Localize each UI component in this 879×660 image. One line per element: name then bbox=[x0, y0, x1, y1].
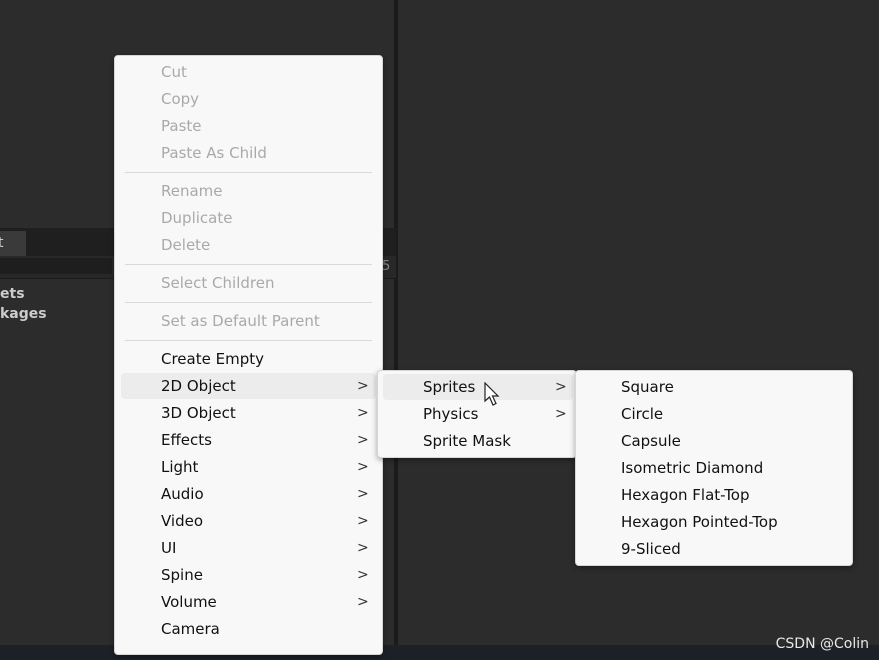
panel-divider[interactable] bbox=[394, 0, 398, 645]
submenu-2d-object: Sprites > Physics > Sprite Mask bbox=[377, 370, 577, 458]
menu-separator bbox=[125, 340, 372, 341]
menu-item-label: Sprites bbox=[423, 378, 476, 396]
menu-item-rename: Rename bbox=[121, 178, 376, 204]
menu-item-sprites[interactable]: Sprites > bbox=[383, 374, 573, 400]
menu-item-9-sliced[interactable]: 9-Sliced bbox=[581, 536, 847, 562]
watermark: CSDN @Colin bbox=[775, 636, 869, 652]
menu-item-label: Physics bbox=[423, 405, 479, 423]
menu-item-set-default-parent: Set as Default Parent bbox=[121, 308, 376, 334]
menu-item-label: Paste As Child bbox=[161, 144, 267, 162]
menu-item-label: Duplicate bbox=[161, 209, 233, 227]
menu-item-label: Create Empty bbox=[161, 350, 264, 368]
menu-item-label: Light bbox=[161, 458, 199, 476]
menu-item-label: Hexagon Flat-Top bbox=[621, 486, 750, 504]
menu-item-hexagon-flat-top[interactable]: Hexagon Flat-Top bbox=[581, 482, 847, 508]
menu-item-delete: Delete bbox=[121, 232, 376, 258]
menu-item-label: Paste bbox=[161, 117, 202, 135]
menu-item-label: Delete bbox=[161, 236, 211, 254]
menu-item-paste: Paste bbox=[121, 113, 376, 139]
chevron-right-icon: > bbox=[357, 486, 369, 502]
chevron-right-icon: > bbox=[357, 378, 369, 394]
menu-item-label: Audio bbox=[161, 485, 204, 503]
menu-item-label: UI bbox=[161, 539, 177, 557]
menu-item-label: Sprite Mask bbox=[423, 432, 511, 450]
menu-item-square[interactable]: Square bbox=[581, 374, 847, 400]
chevron-right-icon: > bbox=[357, 513, 369, 529]
menu-item-isometric-diamond[interactable]: Isometric Diamond bbox=[581, 455, 847, 481]
chevron-right-icon: > bbox=[357, 540, 369, 556]
menu-item-label: Spine bbox=[161, 566, 203, 584]
menu-item-hexagon-pointed-top[interactable]: Hexagon Pointed-Top bbox=[581, 509, 847, 535]
menu-item-camera[interactable]: Camera bbox=[121, 616, 376, 642]
menu-item-ui[interactable]: UI > bbox=[121, 535, 376, 561]
submenu-sprites: Square Circle Capsule Isometric Diamond Hexa… bbox=[575, 370, 853, 566]
menu-item-2d-object[interactable]: 2D Object > bbox=[121, 373, 376, 399]
menu-item-circle[interactable]: Circle bbox=[581, 401, 847, 427]
chevron-right-icon: > bbox=[555, 379, 567, 395]
menu-item-create-empty[interactable]: Create Empty bbox=[121, 346, 376, 372]
menu-item-volume[interactable]: Volume > bbox=[121, 589, 376, 615]
menu-item-label: Video bbox=[161, 512, 204, 530]
menu-separator bbox=[125, 172, 372, 173]
menu-item-label: Square bbox=[621, 378, 674, 396]
menu-item-copy: Copy bbox=[121, 86, 376, 112]
counter: 5 bbox=[382, 259, 391, 274]
mouse-cursor-icon bbox=[484, 382, 500, 406]
menu-item-label: Cut bbox=[161, 63, 187, 81]
menu-item-sprite-mask[interactable]: Sprite Mask bbox=[383, 428, 573, 454]
chevron-right-icon: > bbox=[357, 567, 369, 583]
menu-item-label: Camera bbox=[161, 620, 220, 638]
menu-separator bbox=[125, 302, 372, 303]
menu-item-light[interactable]: Light > bbox=[121, 454, 376, 480]
chevron-right-icon: > bbox=[555, 406, 567, 422]
menu-item-label: Copy bbox=[161, 90, 200, 108]
menu-separator bbox=[125, 264, 372, 265]
menu-item-physics[interactable]: Physics > bbox=[383, 401, 573, 427]
menu-item-paste-as-child: Paste As Child bbox=[121, 140, 376, 166]
menu-item-label: 3D Object bbox=[161, 404, 236, 422]
menu-item-label: 9-Sliced bbox=[621, 540, 681, 558]
menu-item-label: Circle bbox=[621, 405, 664, 423]
menu-item-label: Effects bbox=[161, 431, 212, 449]
menu-item-cut: Cut bbox=[121, 59, 376, 85]
menu-item-label: Set as Default Parent bbox=[161, 312, 320, 330]
menu-item-3d-object[interactable]: 3D Object > bbox=[121, 400, 376, 426]
menu-item-effects[interactable]: Effects > bbox=[121, 427, 376, 453]
chevron-right-icon: > bbox=[357, 594, 369, 610]
menu-item-audio[interactable]: Audio > bbox=[121, 481, 376, 507]
search-input[interactable] bbox=[0, 258, 112, 274]
menu-item-label: Capsule bbox=[621, 432, 681, 450]
menu-item-label: Hexagon Pointed-Top bbox=[621, 513, 778, 531]
menu-item-label: 2D Object bbox=[161, 377, 236, 395]
folder-assets[interactable]: ets bbox=[0, 286, 25, 302]
chevron-right-icon: > bbox=[357, 432, 369, 448]
menu-item-spine[interactable]: Spine > bbox=[121, 562, 376, 588]
menu-item-label: Isometric Diamond bbox=[621, 459, 764, 477]
tab-project[interactable]: t bbox=[0, 231, 26, 256]
menu-item-label: Rename bbox=[161, 182, 223, 200]
menu-item-label: Select Children bbox=[161, 274, 275, 292]
menu-item-capsule[interactable]: Capsule bbox=[581, 428, 847, 454]
folder-packages[interactable]: kages bbox=[0, 306, 47, 322]
chevron-right-icon: > bbox=[357, 405, 369, 421]
chevron-right-icon: > bbox=[357, 459, 369, 475]
context-menu: Cut Copy Paste Paste As Child Rename Duplicat… bbox=[114, 55, 383, 655]
menu-item-select-children: Select Children bbox=[121, 270, 376, 296]
menu-item-duplicate: Duplicate bbox=[121, 205, 376, 231]
menu-item-video[interactable]: Video > bbox=[121, 508, 376, 534]
tab-label: t bbox=[0, 235, 4, 251]
menu-item-label: Volume bbox=[161, 593, 217, 611]
